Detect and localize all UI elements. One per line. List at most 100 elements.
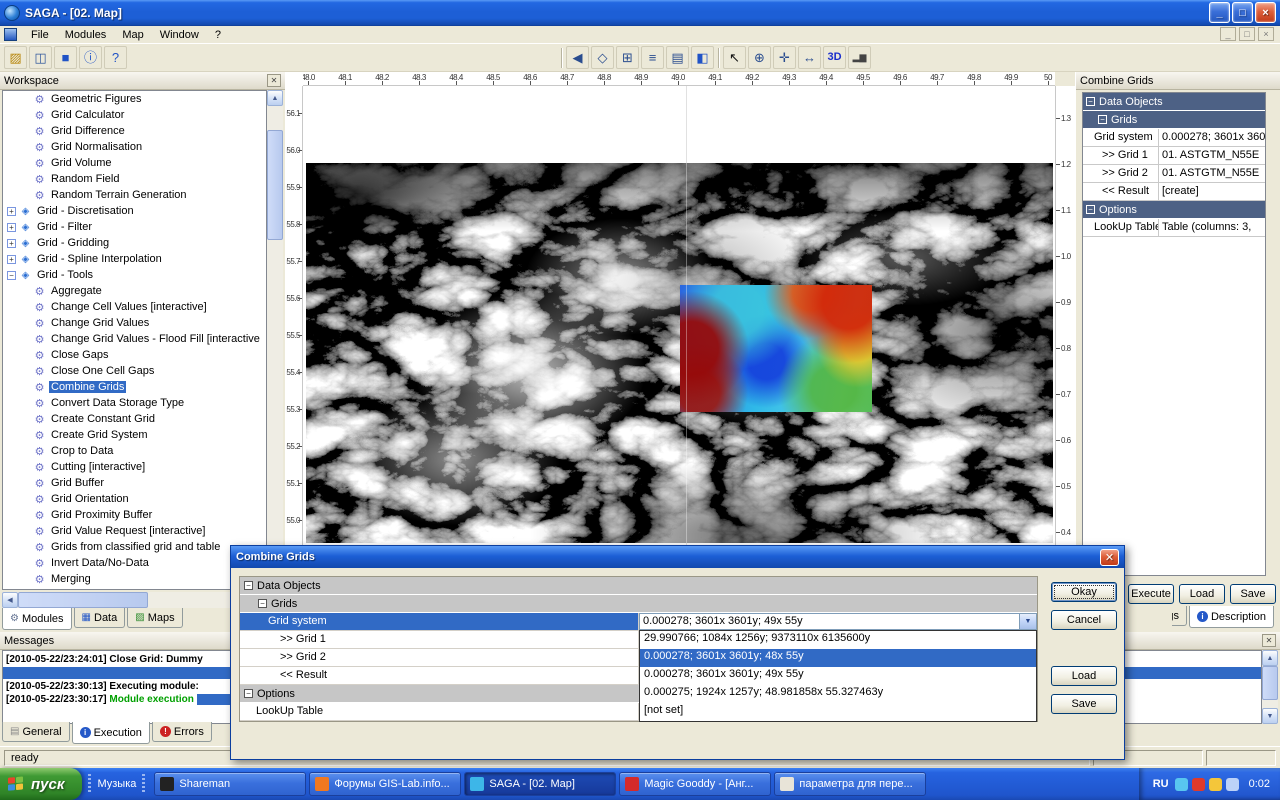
scroll-up-button[interactable]: ▲ bbox=[267, 90, 283, 106]
tree-item-grid-volume[interactable]: ⚙Grid Volume bbox=[3, 155, 266, 171]
tree-item-close-gaps[interactable]: ⚙Close Gaps bbox=[3, 347, 266, 363]
dropdown-item[interactable]: 0.000275; 1924x 1257y; 48.981858x 55.327… bbox=[640, 685, 1036, 703]
scroll-thumb[interactable] bbox=[267, 130, 283, 240]
show-layers-button[interactable]: ▤ bbox=[666, 46, 689, 69]
close-button[interactable]: × bbox=[1255, 2, 1276, 23]
collapse-icon[interactable]: − bbox=[244, 581, 253, 590]
open-file-button[interactable]: ▨ bbox=[4, 46, 27, 69]
menu-item-modules[interactable]: Modules bbox=[57, 27, 115, 43]
tray-icon-3[interactable] bbox=[1209, 778, 1222, 791]
taskbar-task-параметра-для-пере[interactable]: параметра для пере... bbox=[774, 772, 926, 796]
collapse-icon[interactable]: − bbox=[7, 271, 16, 280]
tree-item-grid-spline-interpolation[interactable]: +◈Grid - Spline Interpolation bbox=[3, 251, 266, 267]
dropdown-item[interactable]: 0.000278; 3601x 3601y; 48x 55y bbox=[640, 649, 1036, 667]
tray-icon-1[interactable] bbox=[1175, 778, 1188, 791]
language-indicator[interactable]: RU bbox=[1153, 778, 1169, 790]
close-icon[interactable]: ✕ bbox=[1262, 634, 1276, 647]
quick-launch-label[interactable]: Музыка bbox=[97, 778, 136, 790]
tree-item-create-grid-system[interactable]: ⚙Create Grid System bbox=[3, 427, 266, 443]
toolbar-handle[interactable] bbox=[88, 774, 91, 794]
show-legend-button[interactable]: ◧ bbox=[691, 46, 714, 69]
scroll-down-button[interactable]: ▼ bbox=[1262, 708, 1278, 724]
workspace-tab-maps[interactable]: ▨Maps bbox=[127, 608, 182, 628]
toolbar-handle[interactable] bbox=[142, 774, 145, 794]
load-button[interactable]: Load bbox=[1051, 666, 1117, 686]
zoom-full-extent-button[interactable]: ◀ bbox=[566, 46, 589, 69]
tree-item-invert-data-no-data[interactable]: ⚙Invert Data/No-Data bbox=[3, 555, 266, 571]
pointer-tool-button[interactable]: ↖ bbox=[723, 46, 746, 69]
tree-item-random-terrain-generation[interactable]: ⚙Random Terrain Generation bbox=[3, 187, 266, 203]
tree-item-change-grid-values-flood-fill-interactive[interactable]: ⚙Change Grid Values - Flood Fill [intera… bbox=[3, 331, 266, 347]
okay-button[interactable]: Okay bbox=[1051, 582, 1117, 602]
tree-item-grid-proximity-buffer[interactable]: ⚙Grid Proximity Buffer bbox=[3, 507, 266, 523]
show-workspace-button[interactable]: ◫ bbox=[29, 46, 52, 69]
messages-tab-errors[interactable]: !Errors bbox=[152, 722, 212, 742]
taskbar-task-форумы-gis-lab-info[interactable]: Форумы GIS-Lab.info... bbox=[309, 772, 461, 796]
show-data-button[interactable]: ■ bbox=[54, 46, 77, 69]
histogram-button[interactable]: ▂▆ bbox=[848, 46, 871, 69]
properties-tab-description[interactable]: iDescription bbox=[1189, 606, 1274, 628]
collapse-icon[interactable]: − bbox=[1086, 205, 1095, 214]
menu-item-window[interactable]: Window bbox=[152, 27, 207, 43]
zoom-tool-button[interactable]: ⊕ bbox=[748, 46, 771, 69]
taskbar-task-magic-gooddy-анг[interactable]: Magic Gooddy - [Анг... bbox=[619, 772, 771, 796]
messages-tab-general[interactable]: ▤General bbox=[2, 722, 70, 742]
execute-button[interactable]: Execute bbox=[1128, 584, 1174, 604]
tree-item-grids-from-classified-grid-and-table[interactable]: ⚙Grids from classified grid and table bbox=[3, 539, 266, 555]
close-icon[interactable]: ✕ bbox=[267, 74, 281, 87]
menu-item-file[interactable]: File bbox=[23, 27, 57, 43]
messages-tab-execution[interactable]: iExecution bbox=[72, 722, 150, 744]
tree-item-cutting-interactive[interactable]: ⚙Cutting [interactive] bbox=[3, 459, 266, 475]
scroll-left-button[interactable]: ◀ bbox=[2, 592, 18, 608]
restore-button[interactable]: □ bbox=[1232, 2, 1253, 23]
close-icon[interactable]: ✕ bbox=[1100, 549, 1119, 566]
help-button[interactable]: ? bbox=[104, 46, 127, 69]
tree-item-convert-data-storage-type[interactable]: ⚙Convert Data Storage Type bbox=[3, 395, 266, 411]
workspace-tab-data[interactable]: ▦Data bbox=[74, 608, 126, 628]
save-button[interactable]: Save bbox=[1230, 584, 1276, 604]
tree-item-geometric-figures[interactable]: ⚙Geometric Figures bbox=[3, 91, 266, 107]
tree-item-grid-orientation[interactable]: ⚙Grid Orientation bbox=[3, 491, 266, 507]
tray-icon-4[interactable] bbox=[1226, 778, 1239, 791]
show-properties-button[interactable]: ⓘ bbox=[79, 46, 102, 69]
collapse-icon[interactable]: − bbox=[1098, 115, 1107, 124]
start-button[interactable]: пуск bbox=[0, 768, 82, 800]
chevron-down-icon[interactable]: ▼ bbox=[1019, 614, 1036, 629]
dialog-titlebar[interactable]: Combine Grids ✕ bbox=[231, 546, 1124, 568]
grid-system-combobox[interactable]: 0.000278; 3601x 3601y; 49x 55y▼ bbox=[639, 613, 1037, 630]
property-row-grid-system[interactable]: Grid system0.000278; 3601x 3601y; 49x 55… bbox=[1083, 129, 1265, 147]
scroll-up-button[interactable]: ▲ bbox=[1262, 650, 1278, 666]
expand-icon[interactable]: + bbox=[7, 223, 16, 232]
tree-item-combine-grids[interactable]: ⚙Combine Grids bbox=[3, 379, 266, 395]
tray-icon-2[interactable] bbox=[1192, 778, 1205, 791]
tree-item-grid-discretisation[interactable]: +◈Grid - Discretisation bbox=[3, 203, 266, 219]
workspace-horizontal-scrollbar[interactable]: ◀ ▶ bbox=[2, 592, 267, 608]
tree-item-grid-normalisation[interactable]: ⚙Grid Normalisation bbox=[3, 139, 266, 155]
properties-tab-settings[interactable]: ⚙Settings bbox=[1172, 606, 1187, 626]
collapse-icon[interactable]: − bbox=[1086, 97, 1095, 106]
menu-item-map[interactable]: Map bbox=[114, 27, 151, 43]
collapse-icon[interactable]: − bbox=[244, 689, 253, 698]
pan-tool-button[interactable]: ✛ bbox=[773, 46, 796, 69]
tree-item-grid-gridding[interactable]: +◈Grid - Gridding bbox=[3, 235, 266, 251]
expand-icon[interactable]: + bbox=[7, 255, 16, 264]
messages-scrollbar[interactable]: ▲ ▼ bbox=[1262, 650, 1278, 724]
property-row-lookup-table[interactable]: LookUp TableTable (columns: 3, bbox=[1083, 219, 1265, 237]
pan-extents-button[interactable]: ≡ bbox=[641, 46, 664, 69]
tree-item-grid-tools[interactable]: −◈Grid - Tools bbox=[3, 267, 266, 283]
scroll-thumb[interactable] bbox=[1262, 666, 1278, 700]
cancel-button[interactable]: Cancel bbox=[1051, 610, 1117, 630]
tree-item-create-constant-grid[interactable]: ⚙Create Constant Grid bbox=[3, 411, 266, 427]
property-row-result[interactable]: << Result[create] bbox=[1083, 183, 1265, 201]
tree-item-crop-to-data[interactable]: ⚙Crop to Data bbox=[3, 443, 266, 459]
scroll-thumb[interactable] bbox=[18, 592, 148, 608]
tree-item-grid-buffer[interactable]: ⚙Grid Buffer bbox=[3, 475, 266, 491]
measure-tool-button[interactable]: ↔ bbox=[798, 46, 821, 69]
expand-icon[interactable]: + bbox=[7, 207, 16, 216]
dropdown-item[interactable]: 29.990766; 1084x 1256y; 9373110x 6135600… bbox=[640, 631, 1036, 649]
tree-item-grid-filter[interactable]: +◈Grid - Filter bbox=[3, 219, 266, 235]
workspace-tab-modules[interactable]: ⚙Modules bbox=[2, 608, 72, 630]
collapse-icon[interactable]: − bbox=[258, 599, 267, 608]
property-row-grid-2[interactable]: >> Grid 201. ASTGTM_N55E bbox=[1083, 165, 1265, 183]
tree-item-aggregate[interactable]: ⚙Aggregate bbox=[3, 283, 266, 299]
